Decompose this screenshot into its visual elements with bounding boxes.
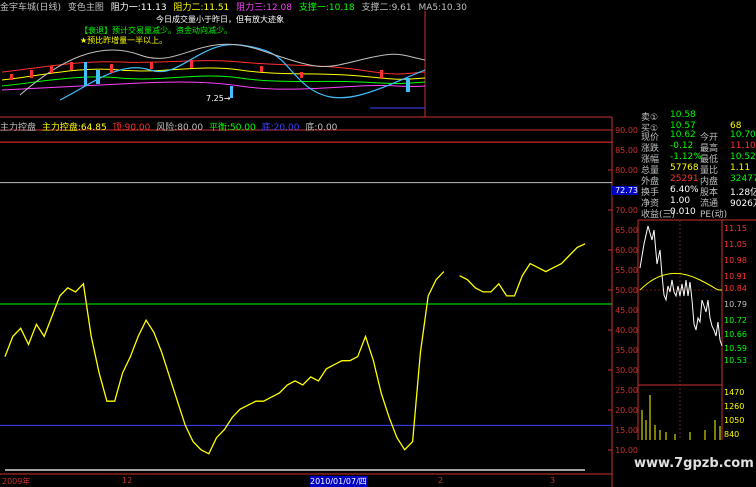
mini-axis-tick: 10.84 [724, 284, 747, 293]
mini-axis-tick: 10.66 [724, 330, 747, 339]
axis-tick: 50.00 [615, 286, 638, 295]
axis-tick: 10.00 [615, 446, 638, 455]
quote-value: 25291 [670, 174, 699, 184]
mini-axis-tick: 11.15 [724, 224, 747, 233]
indicator-value-top: 顶:90.00 [112, 123, 151, 133]
indicator-value-risk: 风险:80.00 [156, 123, 204, 133]
quote-label: PE(动) [700, 210, 728, 220]
quote-row: 现价 10.62 今开 10.70 [612, 130, 756, 143]
topbar-item-7: MA5:10.30 [418, 3, 467, 13]
annotation-star: ★预比昨增量一半以上。 [80, 36, 168, 45]
quote-value: 57768 [670, 163, 699, 173]
mini-vol-tick: 1470 [724, 388, 745, 397]
mini-axis-tick: 10.79 [724, 300, 747, 309]
quote-value: 1.00 [670, 196, 691, 206]
quote-row: 换手 6.40% 股本 1.28亿 [612, 185, 756, 198]
mini-vol-tick: 1260 [724, 402, 745, 411]
axis-tick: 15.00 [615, 426, 638, 435]
axis-tick: 45.00 [615, 306, 638, 315]
axis-tick: 40.00 [615, 326, 638, 335]
quote-value: 11.10 [730, 141, 756, 151]
topbar-item-6: 支撑二:9.61 [361, 3, 412, 13]
axis-tick: 65.00 [615, 226, 638, 235]
annotation-price-mark: 7.25→ [206, 94, 231, 103]
quote-row: 收益(三) 0.010 PE(动) [612, 207, 756, 220]
quote-value: 1.11 [730, 163, 751, 173]
indicator-value-zero: 底:0.00 [305, 123, 338, 133]
quote-row: 涨跌 -0.12 最高 11.10 [612, 141, 756, 154]
indicator-axis: 90.00 85.00 80.00 72.73 70.00 65.00 60.0… [612, 0, 638, 487]
date-label: 2 [438, 476, 444, 485]
quote-value: 32477 [730, 174, 756, 184]
mini-axis-tick: 10.98 [724, 256, 747, 265]
quote-value: 10.62 [670, 130, 696, 140]
annotation-volume: 今日成交量小于昨日，但有放大迹象 [156, 15, 284, 24]
quote-value: 6.40% [670, 185, 699, 195]
axis-tick: 35.00 [615, 346, 638, 355]
date-label: 12 [122, 476, 133, 485]
date-cursor-label: 2010/01/07/四 [310, 476, 367, 487]
quote-value: 10.52 [730, 152, 756, 162]
axis-tick: 55.00 [615, 266, 638, 275]
axis-tick: 60.00 [615, 246, 638, 255]
chart-canvas [0, 11, 756, 487]
mini-axis-tick: 10.53 [724, 356, 747, 365]
topbar-item-1[interactable]: 变色主图 [68, 3, 104, 13]
indicator-value-balance: 平衡:50.00 [208, 123, 256, 133]
quote-value: 0.010 [670, 207, 696, 217]
axis-tick: 20.00 [615, 406, 638, 415]
series-main-control [4, 243, 586, 455]
mini-axis-tick: 10.91 [724, 272, 747, 281]
topbar-item-5: 支撑一:10.18 [298, 3, 355, 13]
indicator-pane [0, 117, 613, 487]
quote-row: 净资1.00流通9026万 [612, 196, 756, 209]
quote-row: 卖① 10.58 [612, 110, 756, 123]
reference-lines [0, 141, 612, 426]
mini-price-axis: 11.15 11.05 10.98 10.91 10.84 10.79 10.7… [724, 220, 756, 440]
quote-row: 外盘 25291 内盘 32477 [612, 174, 756, 187]
quote-row: 总量 57768 量比 1.11 [612, 163, 756, 176]
mini-vol-tick: 840 [724, 430, 740, 439]
topbar-item-3: 阻力二:11.51 [173, 3, 230, 13]
indicator-value-bottom: 底:20.00 [261, 123, 300, 133]
title-bar: 金宇车城(日线) 变色主图 阻力一:11.13 阻力二:11.51 阻力三:12… [0, 0, 600, 13]
mini-axis-tick: 10.59 [724, 344, 747, 353]
date-label: 2009年 [2, 477, 31, 486]
quote-value: 10.58 [670, 110, 696, 120]
watermark: www.7gpzb.com [634, 456, 754, 471]
topbar-item-4: 阻力三:12.08 [236, 3, 292, 13]
date-label: 3 [550, 476, 556, 485]
quote-value: -0.12 [670, 141, 694, 151]
quote-value: -1.12% [670, 152, 702, 162]
mini-axis-tick: 11.05 [724, 240, 747, 249]
indicator-name[interactable]: 主力控盘 [0, 123, 36, 133]
quote-row: 涨幅 -1.12% 最低 10.52 [612, 152, 756, 165]
indicator-header: 主力控盘 主力控盘:64.85 顶:90.00 风险:80.00 平衡:50.0… [0, 120, 600, 133]
axis-tick: 25.00 [615, 386, 638, 395]
quote-value: 10.70 [730, 130, 756, 140]
mini-vol-tick: 1050 [724, 416, 745, 425]
mini-axis-tick: 10.72 [724, 316, 747, 325]
topbar-item-0[interactable]: 金宇车城(日线) [0, 3, 61, 13]
series-line-main-control [4, 243, 586, 455]
indicator-value-main: 主力控盘:64.85 [41, 123, 107, 133]
axis-tick: 30.00 [615, 366, 638, 375]
topbar-item-2: 阻力一:11.13 [110, 3, 167, 13]
